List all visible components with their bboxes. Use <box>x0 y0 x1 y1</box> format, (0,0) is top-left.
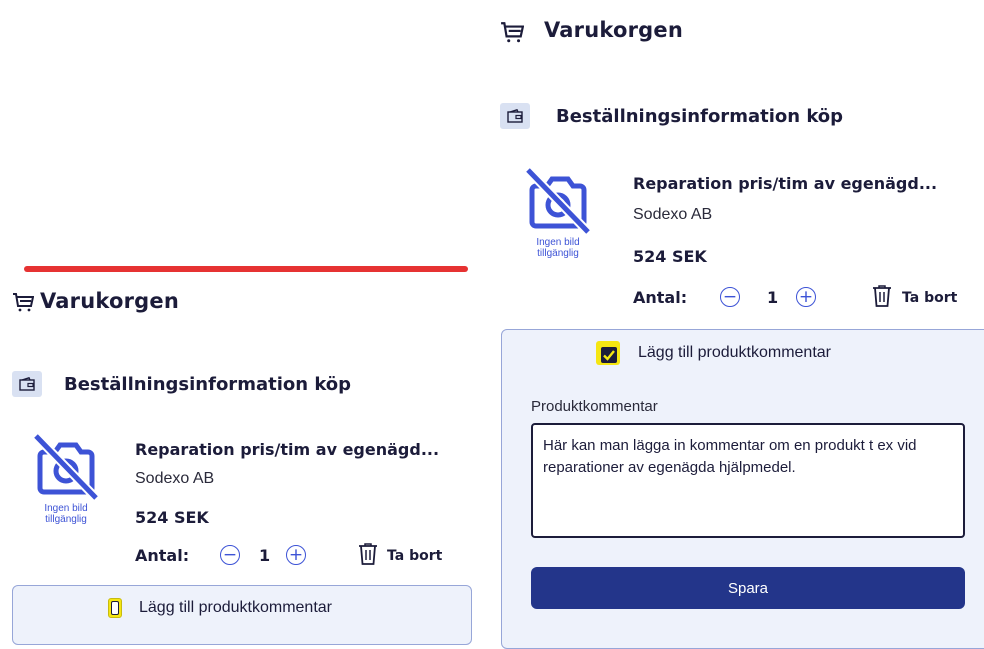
product-supplier: Sodexo AB <box>633 206 713 223</box>
no-image-text: Ingen bild tillgänglig <box>522 237 594 259</box>
no-image-text: Ingen bild tillgänglig <box>30 503 102 525</box>
no-image-line-1: Ingen bild <box>44 503 88 514</box>
no-image-icon <box>30 432 100 504</box>
red-divider-bar <box>24 266 468 272</box>
product-supplier: Sodexo AB <box>135 470 215 487</box>
comment-panel-expanded: Lägg till produktkommentar Produktkommen… <box>501 329 984 649</box>
remove-button[interactable]: Ta bort <box>872 285 957 311</box>
decrease-quantity-button[interactable]: − <box>720 287 740 307</box>
trash-icon <box>358 543 378 569</box>
product-price: 524 SEK <box>633 247 707 266</box>
comment-toggle-label[interactable]: Lägg till produktkommentar <box>638 344 831 362</box>
no-image-line-1: Ingen bild <box>536 237 580 248</box>
remove-label: Ta bort <box>387 548 443 564</box>
increase-quantity-button[interactable]: + <box>796 287 816 307</box>
no-image-icon <box>522 166 592 238</box>
save-button[interactable]: Spara <box>531 567 965 609</box>
no-image-line-2: tillgänglig <box>537 248 579 259</box>
product-price: 524 SEK <box>135 508 209 527</box>
remove-label: Ta bort <box>902 290 958 306</box>
cart-title: Varukorgen <box>544 18 683 42</box>
remove-button[interactable]: Ta bort <box>358 543 442 569</box>
comment-panel-collapsed: Lägg till produktkommentar <box>12 585 472 645</box>
cart-icon <box>500 21 525 47</box>
product-name[interactable]: Reparation pris/tim av egenägd... <box>633 174 937 193</box>
order-section-title: Beställningsinformation köp <box>556 106 844 127</box>
comment-field-label: Produktkommentar <box>531 398 658 415</box>
cart-icon <box>12 292 35 316</box>
quantity-value: 1 <box>259 546 271 565</box>
order-section-title: Beställningsinformation köp <box>64 374 352 395</box>
comment-textarea[interactable]: Här kan man lägga in kommentar om en pro… <box>531 423 965 538</box>
no-image-line-2: tillgänglig <box>45 514 87 525</box>
comment-toggle-label[interactable]: Lägg till produktkommentar <box>139 599 332 617</box>
quantity-label: Antal: <box>633 288 688 307</box>
trash-icon <box>872 285 892 311</box>
comment-checkbox-unchecked[interactable] <box>108 598 122 618</box>
comment-checkbox-checked[interactable] <box>596 341 620 365</box>
wallet-icon <box>12 371 42 397</box>
decrease-quantity-button[interactable]: − <box>220 545 240 565</box>
wallet-icon <box>500 103 530 129</box>
quantity-value: 1 <box>767 288 779 307</box>
checkmark-icon <box>603 350 615 361</box>
product-name[interactable]: Reparation pris/tim av egenägd... <box>135 440 439 459</box>
increase-quantity-button[interactable]: + <box>286 545 306 565</box>
cart-title: Varukorgen <box>40 289 179 313</box>
quantity-label: Antal: <box>135 546 190 565</box>
